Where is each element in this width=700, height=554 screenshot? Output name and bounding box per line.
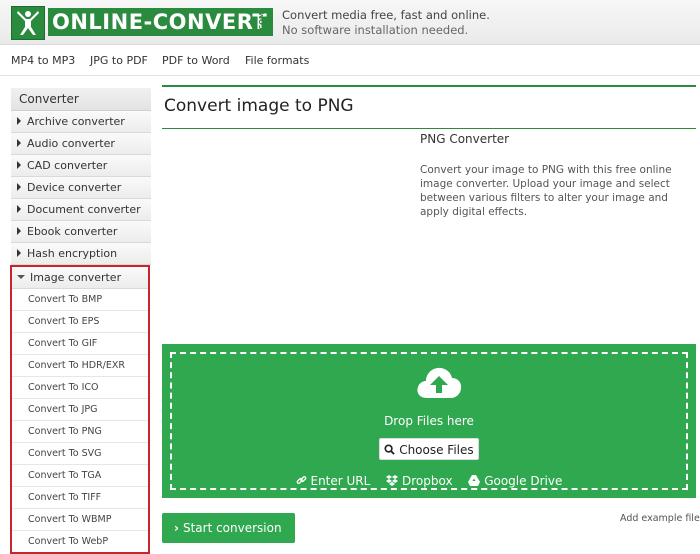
chevron-right-icon: › [174, 521, 179, 535]
nav-mp4-to-mp3[interactable]: MP4 to MP3 [11, 54, 75, 67]
caret-right-icon [17, 249, 21, 257]
caret-right-icon [17, 227, 21, 235]
search-icon [384, 444, 396, 455]
sub-item-tga[interactable]: Convert To TGA [12, 465, 148, 487]
sidebar-item-device[interactable]: Device converter [11, 177, 151, 199]
sidebar-item-image[interactable]: Image converter [12, 267, 148, 289]
dropbox-link[interactable]: Dropbox [386, 474, 456, 488]
add-example-file-link[interactable]: Add example file [620, 513, 700, 524]
nav-file-formats[interactable]: File formats [245, 54, 309, 67]
sidebar-item-archive[interactable]: Archive converter [11, 111, 151, 133]
google-drive-label: Google Drive [484, 474, 563, 488]
nav-jpg-to-pdf[interactable]: JPG to PDF [90, 54, 148, 67]
logo-suffix: .COM [258, 12, 266, 33]
converter-heading: PNG Converter [420, 132, 510, 146]
sidebar-item-hash[interactable]: Hash encryption [11, 243, 151, 265]
logo-icon[interactable] [11, 6, 45, 40]
sub-item-bmp[interactable]: Convert To BMP [12, 289, 148, 311]
sub-item-ico[interactable]: Convert To ICO [12, 377, 148, 399]
sidebar-heading: Converter [11, 88, 151, 111]
sidebar-item-document[interactable]: Document converter [11, 199, 151, 221]
sidebar-item-ebook[interactable]: Ebook converter [11, 221, 151, 243]
dropzone-border: Drop Files here Choose Files Enter URL D… [170, 352, 688, 490]
sub-item-hdr-exr[interactable]: Convert To HDR/EXR [12, 355, 148, 377]
upload-dropzone[interactable]: Drop Files here Choose Files Enter URL D… [162, 344, 696, 498]
caret-right-icon [17, 161, 21, 169]
dropbox-icon [386, 475, 399, 486]
top-nav: MP4 to MP3 JPG to PDF PDF to Word File f… [0, 45, 700, 76]
sidebar-item-label: Ebook converter [27, 225, 118, 238]
site-header: ONLINE-CONVERT .COM Convert media free, … [0, 0, 700, 45]
sidebar-item-label: Device converter [27, 181, 122, 194]
caret-right-icon [17, 139, 21, 147]
enter-url-link[interactable]: Enter URL [296, 474, 375, 488]
caret-right-icon [17, 205, 21, 213]
main-top-rule [162, 85, 696, 87]
caret-right-icon [17, 117, 21, 125]
nav-pdf-to-word[interactable]: PDF to Word [162, 54, 230, 67]
sidebar-item-label: Audio converter [27, 137, 115, 150]
page-title: Convert image to PNG [164, 96, 354, 116]
title-rule [162, 128, 696, 129]
tagline: Convert media free, fast and online. No … [282, 8, 490, 38]
sidebar-item-label: Hash encryption [27, 247, 118, 260]
drop-files-text: Drop Files here [384, 414, 474, 428]
sidebar-item-audio[interactable]: Audio converter [11, 133, 151, 155]
sidebar-item-cad[interactable]: CAD converter [11, 155, 151, 177]
google-drive-icon [468, 475, 481, 486]
logo-wordmark[interactable]: ONLINE-CONVERT [48, 8, 274, 36]
sub-item-gif[interactable]: Convert To GIF [12, 333, 148, 355]
sidebar-item-label: Archive converter [27, 115, 125, 128]
tagline-line2: No software installation needed. [282, 23, 469, 37]
main-content: Convert image to PNG PNG Converter Conve… [162, 85, 696, 218]
image-converter-group: Image converter Convert To BMP Convert T… [10, 265, 150, 554]
dropbox-label: Dropbox [401, 474, 453, 488]
caret-down-icon [17, 275, 25, 279]
sidebar-item-label: Document converter [27, 203, 141, 216]
sidebar: Converter Archive converter Audio conver… [10, 88, 151, 554]
sub-item-svg[interactable]: Convert To SVG [12, 443, 148, 465]
sub-item-webp[interactable]: Convert To WebP [12, 531, 148, 552]
tagline-line1: Convert media free, fast and online. [282, 8, 490, 22]
converter-description: Convert your image to PNG with this free… [420, 164, 672, 218]
sub-item-wbmp[interactable]: Convert To WBMP [12, 509, 148, 531]
start-conversion-label: Start conversion [182, 521, 282, 535]
enter-url-label: Enter URL [310, 474, 371, 488]
choose-files-button[interactable]: Choose Files [379, 438, 479, 460]
google-drive-link[interactable]: Google Drive [468, 474, 562, 488]
sidebar-item-label: CAD converter [27, 159, 108, 172]
sub-item-jpg[interactable]: Convert To JPG [12, 399, 148, 421]
sidebar-item-label: Image converter [30, 271, 122, 284]
link-icon [296, 476, 306, 484]
start-conversion-button[interactable]: › Start conversion [162, 513, 295, 543]
cloud-upload-icon [415, 364, 463, 404]
upload-sources: Enter URL Dropbox Google Drive [172, 474, 686, 488]
choose-files-label: Choose Files [399, 443, 474, 457]
sub-item-eps[interactable]: Convert To EPS [12, 311, 148, 333]
sub-item-tiff[interactable]: Convert To TIFF [12, 487, 148, 509]
caret-right-icon [17, 183, 21, 191]
sub-item-png[interactable]: Convert To PNG [12, 421, 148, 443]
